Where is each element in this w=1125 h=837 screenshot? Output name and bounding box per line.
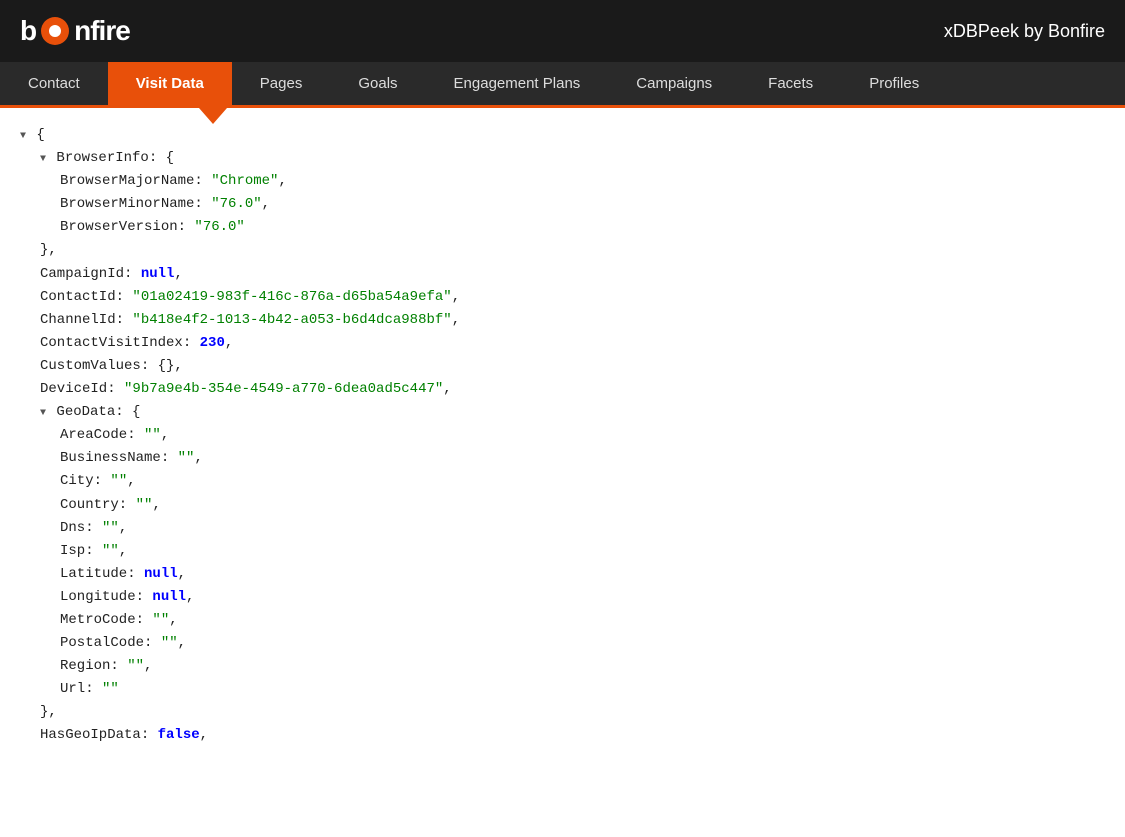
dns-line: Dns: "",	[20, 517, 1105, 540]
latitude-line: Latitude: null,	[20, 563, 1105, 586]
nav-item-visit-data[interactable]: Visit Data	[108, 62, 232, 105]
contact-id-line: ContactId: "01a02419-983f-416c-876a-d65b…	[20, 286, 1105, 309]
areacode-line: AreaCode: "",	[20, 424, 1105, 447]
content-area: ▼ { ▼ BrowserInfo: { BrowserMajorName: "…	[0, 108, 1125, 821]
logo-text-rest: nfire	[74, 15, 130, 47]
header: b nfire xDBPeek by Bonfire	[0, 0, 1125, 62]
nav-item-engagement-plans[interactable]: Engagement Plans	[426, 62, 609, 105]
json-tree: ▼ { ▼ BrowserInfo: { BrowserMajorName: "…	[20, 124, 1105, 748]
geodata-close: },	[20, 701, 1105, 724]
browser-version-line: BrowserVersion: "76.0"	[20, 216, 1105, 239]
nav-item-facets[interactable]: Facets	[740, 62, 841, 105]
businessname-line: BusinessName: "",	[20, 447, 1105, 470]
browserinfo-toggle[interactable]: ▼	[40, 154, 46, 165]
main-nav: Contact Visit Data Pages Goals Engagemen…	[0, 62, 1125, 108]
longitude-line: Longitude: null,	[20, 586, 1105, 609]
region-line: Region: "",	[20, 655, 1105, 678]
device-id-line: DeviceId: "9b7a9e4b-354e-4549-a770-6dea0…	[20, 378, 1105, 401]
root-toggle[interactable]: ▼	[20, 131, 26, 142]
nav-item-campaigns[interactable]: Campaigns	[608, 62, 740, 105]
postalcode-line: PostalCode: "",	[20, 632, 1105, 655]
browser-info-line: ▼ BrowserInfo: {	[20, 147, 1105, 170]
app-title: xDBPeek by Bonfire	[944, 21, 1105, 42]
nav-item-pages[interactable]: Pages	[232, 62, 331, 105]
geodata-open-line: ▼ GeoData: {	[20, 401, 1105, 424]
nav-item-goals[interactable]: Goals	[330, 62, 425, 105]
root-open: ▼ {	[20, 124, 1105, 147]
browser-major-name-line: BrowserMajorName: "Chrome",	[20, 170, 1105, 193]
browser-minor-name-line: BrowserMinorName: "76.0",	[20, 193, 1105, 216]
metrocode-line: MetroCode: "",	[20, 609, 1105, 632]
browser-info-close: },	[20, 239, 1105, 262]
nav-active-arrow	[199, 108, 227, 124]
campaign-id-line: CampaignId: null,	[20, 263, 1105, 286]
geodata-toggle[interactable]: ▼	[40, 408, 46, 419]
nav-item-contact[interactable]: Contact	[0, 62, 108, 105]
isp-line: Isp: "",	[20, 540, 1105, 563]
city-line: City: "",	[20, 470, 1105, 493]
contact-visit-index-line: ContactVisitIndex: 230,	[20, 332, 1105, 355]
channel-id-line: ChannelId: "b418e4f2-1013-4b42-a053-b6d4…	[20, 309, 1105, 332]
logo-icon	[41, 17, 69, 45]
logo: b nfire	[20, 15, 130, 47]
country-line: Country: "",	[20, 494, 1105, 517]
hasgeoipdata-line: HasGeoIpData: false,	[20, 724, 1105, 747]
custom-values-line: CustomValues: {},	[20, 355, 1105, 378]
logo-text-b: b	[20, 15, 36, 47]
url-line: Url: ""	[20, 678, 1105, 701]
nav-item-profiles[interactable]: Profiles	[841, 62, 947, 105]
